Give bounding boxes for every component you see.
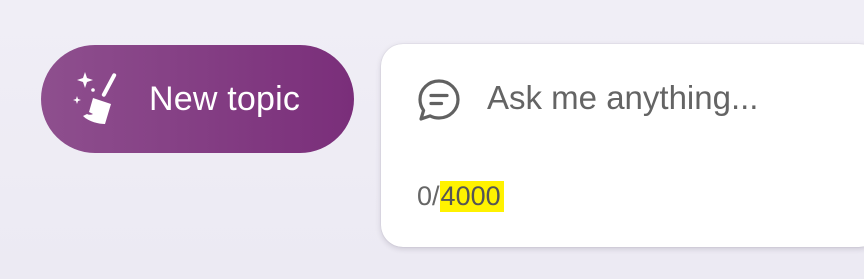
new-topic-button[interactable]: New topic (41, 45, 354, 153)
chat-bubble-icon (416, 77, 462, 123)
broom-sparkle-icon (71, 68, 131, 130)
character-counter: 0/4000 (417, 181, 504, 212)
chat-input[interactable] (487, 70, 864, 126)
chat-input-box[interactable]: 0/4000 (381, 44, 864, 247)
char-counter-separator: / (432, 181, 440, 211)
char-limit: 4000 (439, 181, 504, 212)
new-topic-label: New topic (149, 79, 301, 118)
char-count: 0 (417, 181, 433, 211)
